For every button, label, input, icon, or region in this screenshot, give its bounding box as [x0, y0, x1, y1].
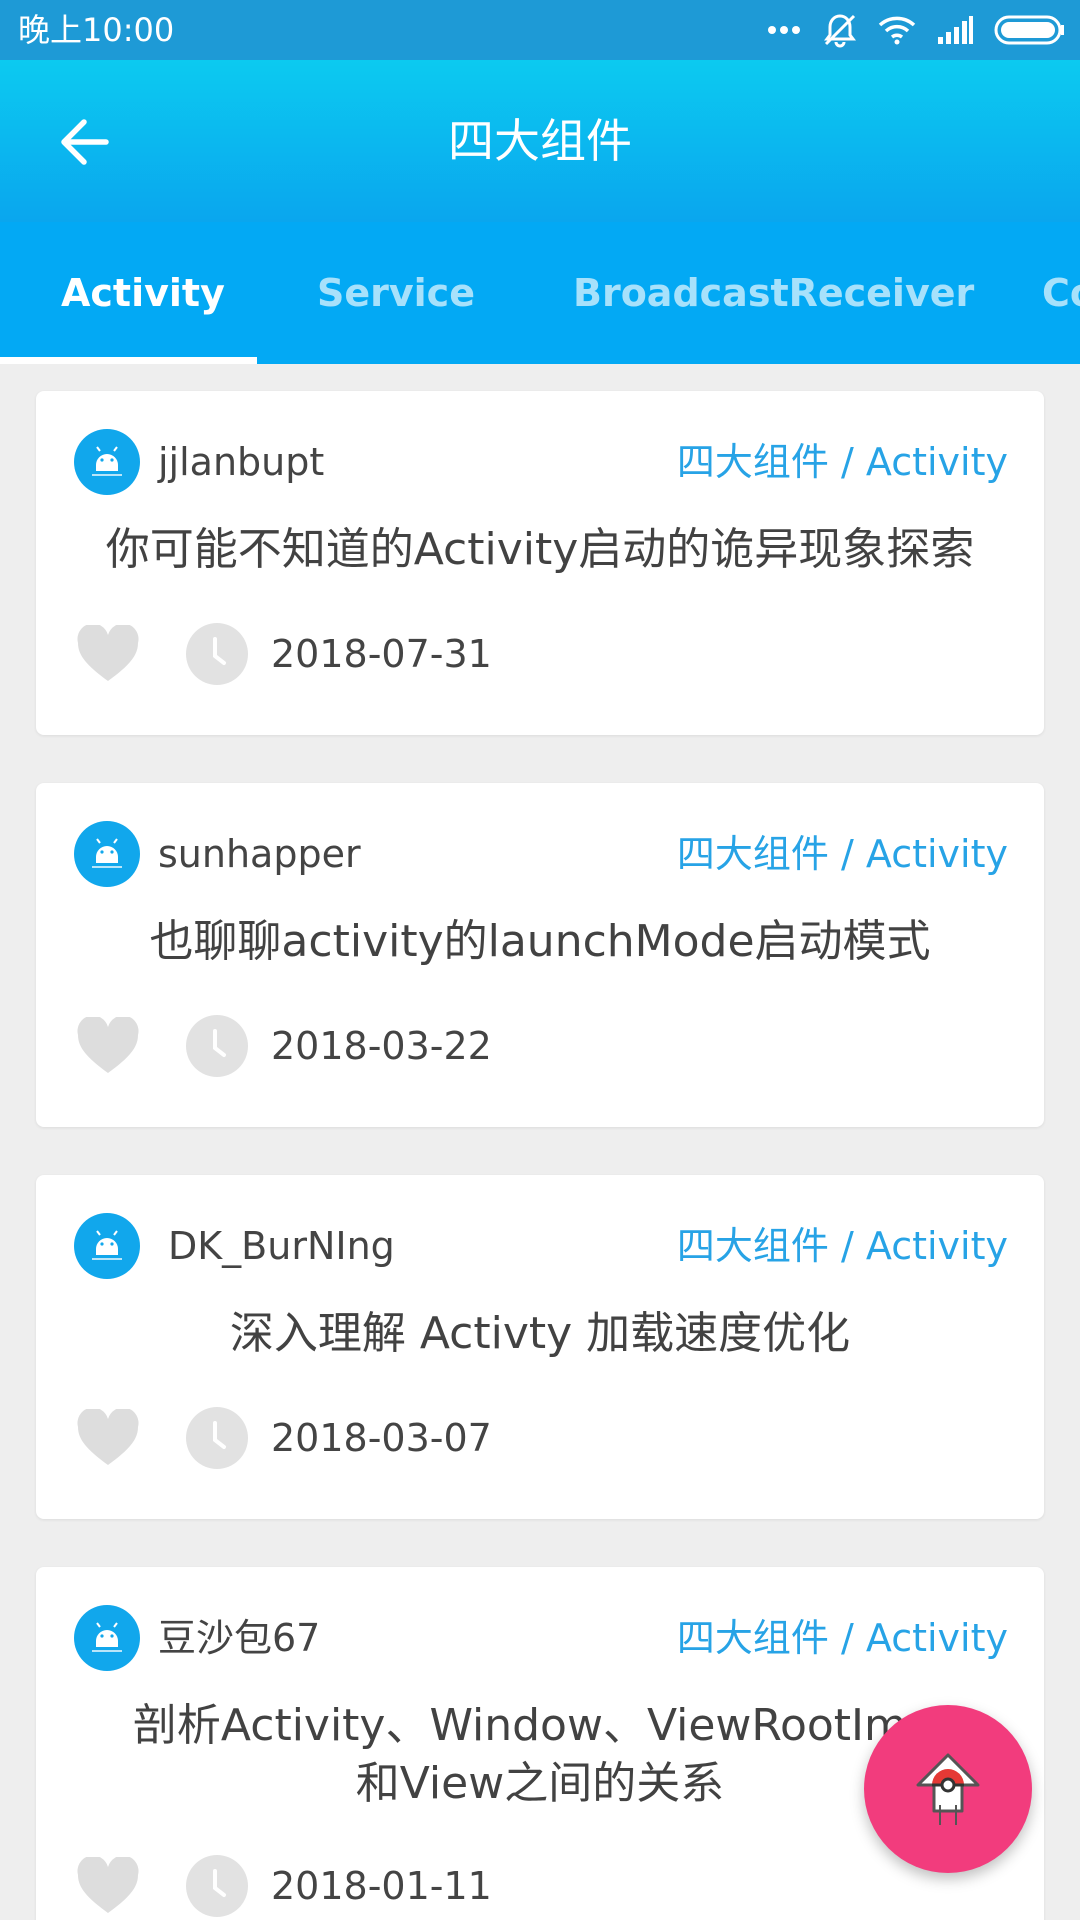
avatar	[74, 1605, 140, 1671]
article-list[interactable]: jjlanbupt 四大组件 / Activity 你可能不知道的Activit…	[0, 364, 1080, 1920]
status-bar: 晚上10:00	[0, 0, 1080, 60]
status-icons	[766, 10, 1066, 50]
heart-icon[interactable]	[76, 1409, 140, 1467]
signal-icon	[936, 15, 974, 45]
article-title[interactable]: 深入理解 Activty 加载速度优化	[56, 1305, 1024, 1363]
tab-broadcastreceiver[interactable]: BroadcastReceiver	[573, 222, 974, 364]
article-category[interactable]: 四大组件 / Activity	[677, 429, 1008, 495]
clock-icon	[186, 1407, 248, 1469]
tab-activity[interactable]: Activity	[61, 222, 225, 364]
avatar	[74, 821, 140, 887]
avatar	[74, 1213, 140, 1279]
tab-indicator	[0, 357, 257, 364]
author-name[interactable]: DK_BurNIng	[168, 1213, 395, 1279]
heart-icon[interactable]	[76, 1857, 140, 1915]
tab-contentprovider[interactable]: Co	[1042, 222, 1080, 364]
heart-icon[interactable]	[76, 1017, 140, 1075]
page-title: 四大组件	[448, 114, 632, 168]
author-name[interactable]: 豆沙包67	[158, 1605, 320, 1671]
author-name[interactable]: sunhapper	[158, 821, 361, 887]
article-title[interactable]: 你可能不知道的Activity启动的诡异现象探索	[56, 521, 1024, 579]
article-title[interactable]: 也聊聊activity的launchMode启动模式	[56, 913, 1024, 971]
tab-bar: Activity Service BroadcastReceiver Co	[0, 222, 1080, 364]
wifi-icon	[878, 15, 916, 45]
scroll-to-top-button[interactable]	[864, 1705, 1032, 1873]
clock-icon	[186, 1015, 248, 1077]
author-name[interactable]: jjlanbupt	[158, 429, 324, 495]
battery-icon	[994, 14, 1066, 46]
article-category[interactable]: 四大组件 / Activity	[677, 1213, 1008, 1279]
avatar	[74, 429, 140, 495]
scroll-to-top-icon	[916, 1753, 980, 1825]
article-card[interactable]: sunhapper 四大组件 / Activity 也聊聊activity的la…	[36, 783, 1044, 1127]
heart-icon[interactable]	[76, 625, 140, 683]
more-dots-icon	[766, 24, 802, 36]
article-date: 2018-07-31	[271, 632, 492, 676]
article-card[interactable]: DK_BurNIng 四大组件 / Activity 深入理解 Activty …	[36, 1175, 1044, 1519]
article-card[interactable]: jjlanbupt 四大组件 / Activity 你可能不知道的Activit…	[36, 391, 1044, 735]
toolbar: 四大组件	[0, 60, 1080, 222]
article-category[interactable]: 四大组件 / Activity	[677, 821, 1008, 887]
article-date: 2018-03-22	[271, 1024, 492, 1068]
article-category[interactable]: 四大组件 / Activity	[677, 1605, 1008, 1671]
tab-service[interactable]: Service	[317, 222, 475, 364]
status-time: 晚上10:00	[18, 11, 175, 49]
article-date: 2018-01-11	[271, 1864, 492, 1908]
clock-icon	[186, 1855, 248, 1917]
article-date: 2018-03-07	[271, 1416, 492, 1460]
mute-icon	[822, 12, 858, 48]
clock-icon	[186, 623, 248, 685]
